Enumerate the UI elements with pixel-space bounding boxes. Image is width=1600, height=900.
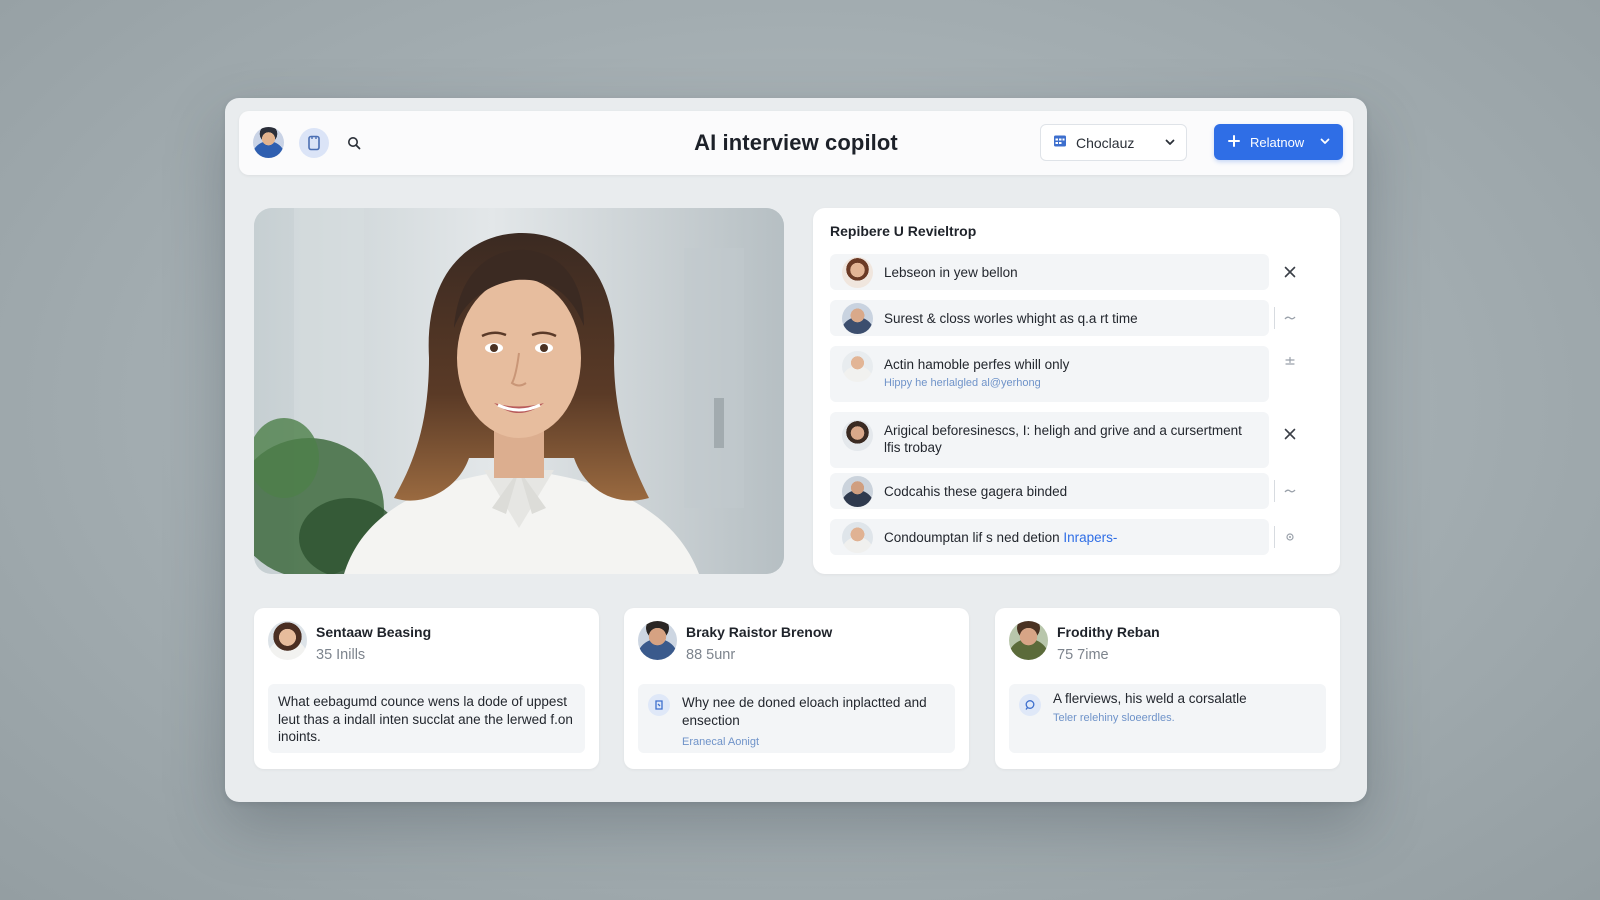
dot-icon[interactable]: [1279, 526, 1301, 548]
candidate-card[interactable]: Frodithy Reban 75 7ime A flerviews, his …: [995, 608, 1340, 769]
document-icon[interactable]: [299, 128, 329, 158]
question-subtext: Hippy he herlalgled al@yerhong: [884, 377, 1041, 389]
avatar: [842, 351, 873, 382]
question-text: Actin hamoble perfes whill only: [884, 357, 1070, 372]
question-item[interactable]: Surest & closs worles whight as q.a rt t…: [830, 300, 1269, 336]
candidate-video-feed[interactable]: [254, 208, 784, 574]
candidate-meta: 88 5unr: [686, 647, 736, 663]
card-note-subtext: Teler relehiny sloeerdles.: [1053, 712, 1175, 724]
plus-icon: [1228, 134, 1240, 150]
chevron-down-icon: [1164, 135, 1176, 151]
chat-icon: [1019, 694, 1041, 716]
avatar: [842, 257, 873, 288]
dropdown-label: Choclauz: [1076, 134, 1135, 151]
card-note: What eebagumd counce wens la dode of upp…: [268, 684, 585, 753]
wave-icon[interactable]: [1279, 480, 1301, 502]
question-item[interactable]: Actin hamoble perfes whill only Hippy he…: [830, 346, 1269, 402]
plus-minus-icon[interactable]: [1279, 351, 1301, 373]
question-text: Condoumptan lif s ned detion Inrapers-: [884, 529, 1259, 546]
question-text-main: Condoumptan lif s ned detion: [884, 530, 1060, 545]
question-text: Codcahis these gagera binded: [884, 484, 1068, 499]
panel-title: Repibere U Revieltrop: [830, 223, 977, 239]
avatar: [1009, 621, 1048, 660]
question-item[interactable]: Arigical beforesinescs, I: heligh and gr…: [830, 412, 1269, 468]
avatar: [842, 420, 873, 451]
question-item[interactable]: Lebseon in yew bellon: [830, 254, 1269, 290]
candidate-meta: 35 Inills: [316, 647, 366, 663]
card-note-text: What eebagumd counce wens la dode of upp…: [278, 694, 573, 744]
question-text: Lebseon in yew bellon: [884, 265, 1018, 280]
candidate-card[interactable]: Sentaaw Beasing 35 Inills What eebagumd …: [254, 608, 599, 769]
card-note: A flerviews, his weld a corsalatle Teler…: [1009, 684, 1326, 753]
question-link[interactable]: Inrapers-: [1063, 530, 1117, 545]
avatar: [842, 522, 873, 553]
user-avatar[interactable]: [253, 127, 284, 158]
divider: [1274, 480, 1275, 502]
question-item[interactable]: Condoumptan lif s ned detion Inrapers-: [830, 519, 1269, 555]
question-icon: [648, 694, 670, 716]
card-note-text: Why nee de doned eloach inplactted and e…: [682, 695, 927, 728]
question-text: Surest & closs worles whight as q.a rt t…: [884, 311, 1138, 326]
candidate-name: Sentaaw Beasing: [316, 624, 432, 640]
calendar-icon: [1053, 134, 1067, 151]
view-dropdown[interactable]: Choclauz: [1040, 124, 1187, 161]
search-icon[interactable]: [339, 128, 369, 158]
question-text: Arigical beforesinescs, I: heligh and gr…: [884, 423, 1242, 455]
primary-action-button[interactable]: Relatnow: [1214, 124, 1343, 160]
candidate-name: Frodithy Reban: [1057, 624, 1160, 640]
close-icon[interactable]: [1279, 423, 1301, 445]
divider: [1274, 307, 1275, 329]
candidate-card[interactable]: Braky Raistor Brenow 88 5unr Why nee de …: [624, 608, 969, 769]
card-note: Why nee de doned eloach inplactted and e…: [638, 684, 955, 753]
card-note-text: A flerviews, his weld a corsalatle: [1053, 691, 1247, 706]
question-item[interactable]: Codcahis these gagera binded: [830, 473, 1269, 509]
avatar: [638, 621, 677, 660]
candidate-meta: 75 7ime: [1057, 647, 1109, 663]
avatar: [268, 621, 307, 660]
avatar: [842, 476, 873, 507]
candidate-name: Braky Raistor Brenow: [686, 624, 833, 640]
app-window: AI interview copilot Choclauz Relatnow R…: [225, 98, 1367, 802]
divider: [1274, 526, 1275, 548]
card-note-subtext: Eranecal Aonigt: [682, 736, 760, 748]
primary-button-label: Relatnow: [1250, 134, 1305, 150]
avatar: [842, 303, 873, 334]
suggested-questions-panel: Repibere U Revieltrop Lebseon in yew bel…: [813, 208, 1340, 574]
chevron-down-icon: [1319, 135, 1331, 150]
wave-icon[interactable]: [1279, 307, 1301, 329]
top-bar: AI interview copilot Choclauz Relatnow: [239, 111, 1353, 175]
close-icon[interactable]: [1279, 261, 1301, 283]
